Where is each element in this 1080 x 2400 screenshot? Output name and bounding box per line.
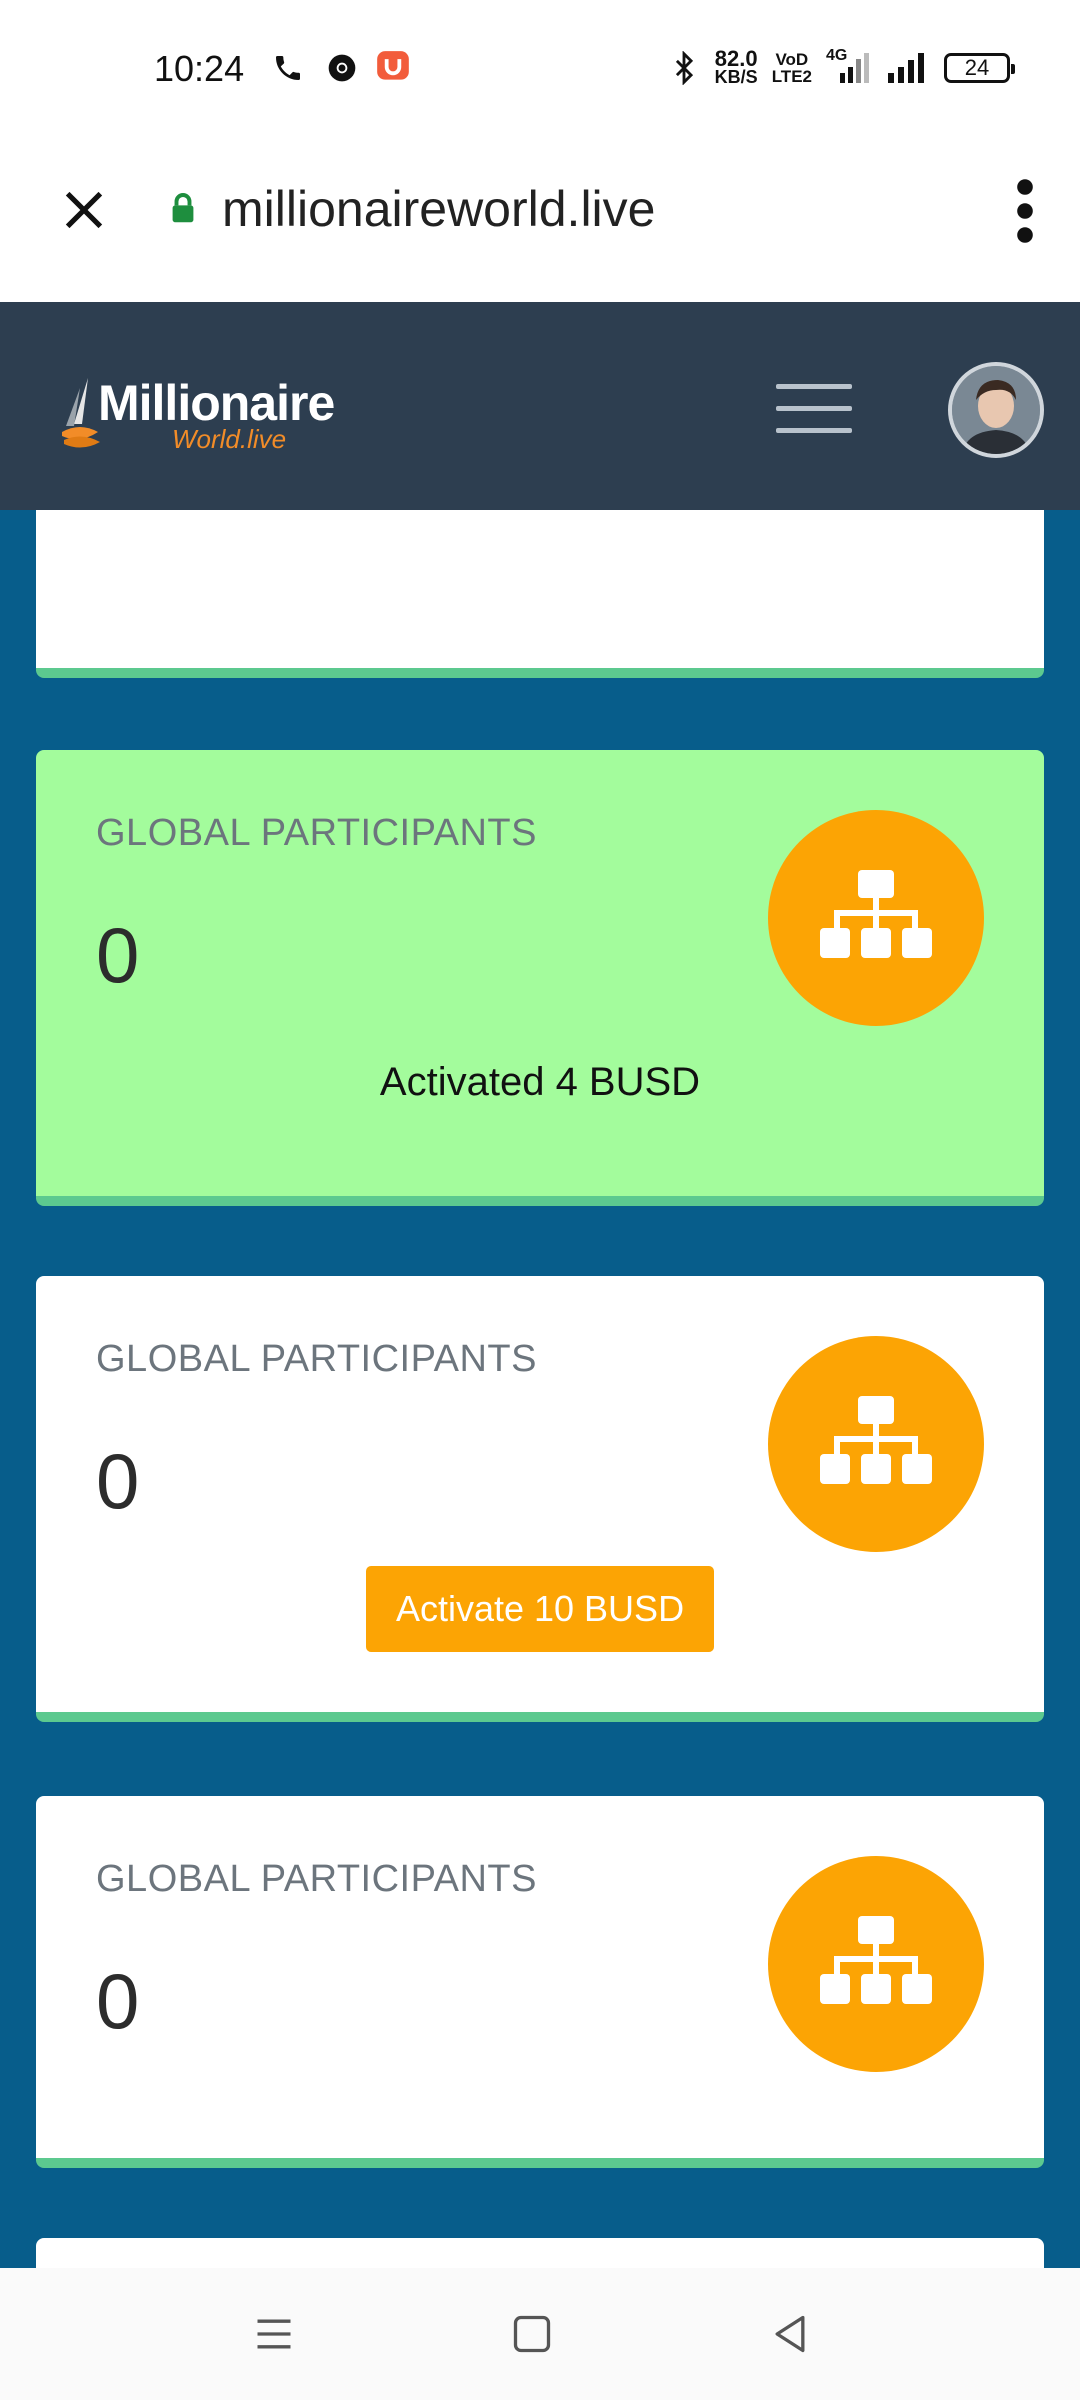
stat-card-partial [36,2238,1044,2268]
card-value: 0 [96,911,140,999]
lock-icon [172,193,194,223]
logo-subtext: World.live [172,424,287,454]
phone-icon [276,56,300,80]
recents-icon[interactable] [252,2312,296,2356]
avatar[interactable] [948,362,1044,458]
hamburger-icon[interactable] [776,384,852,434]
card-icon-circle [768,1856,984,2072]
stat-card: GLOBAL PARTICIPANTS 0 Activate 10 BUSD [36,1276,1044,1722]
volte-indicator: VoD LTE2 [771,50,812,86]
url-text[interactable]: millionaireworld.live [222,180,655,238]
status-indicators: 82.0 KB/S VoD LTE2 4G 24 [667,46,1015,87]
status-time: 10:24 [154,48,245,89]
signal-icon [888,53,924,83]
card-icon-circle [768,810,984,1026]
stat-card: GLOBAL PARTICIPANTS 0 [36,1796,1044,2168]
card-title: GLOBAL PARTICIPANTS [96,1858,537,1900]
card-value: 0 [96,1437,140,1525]
home-icon[interactable] [510,2312,554,2356]
site-header: Millionaire World.live [0,302,1080,510]
browser-url-bar: millionaireworld.live [0,140,1080,302]
battery-indicator: 24 [944,53,1015,83]
activate-button[interactable]: Activate 10 BUSD [366,1566,714,1652]
card-status-text: Activated 4 BUSD [379,1060,701,1104]
card-title: GLOBAL PARTICIPANTS [96,1338,537,1380]
site-logo[interactable]: Millionaire World.live [60,374,360,454]
card-value: 0 [96,1957,140,2045]
sitemap-icon [820,1396,932,1484]
logo-mark-icon [62,378,100,448]
more-vert-icon[interactable] [1010,178,1040,244]
bluetooth-icon [675,51,693,85]
back-icon[interactable] [768,2312,812,2356]
stat-card-partial [36,510,1044,678]
uc-browser-icon [377,51,409,80]
sitemap-icon [820,1916,932,2004]
card-icon-circle [768,1336,984,1552]
main-content: GLOBAL PARTICIPANTS 0 Activated 4 BUSD G… [0,510,1080,2268]
close-icon[interactable] [56,182,112,238]
signal-4g-icon: 4G [826,47,872,85]
status-bar: 10:24 82.0 KB/S VoD LTE2 4G 24 [0,0,1080,140]
chrome-icon [328,54,356,82]
sitemap-icon [820,870,932,958]
system-nav-bar [0,2268,1080,2400]
network-speed: 82.0 KB/S [714,46,758,87]
stat-card: GLOBAL PARTICIPANTS 0 Activated 4 BUSD [36,750,1044,1206]
card-title: GLOBAL PARTICIPANTS [96,812,537,854]
